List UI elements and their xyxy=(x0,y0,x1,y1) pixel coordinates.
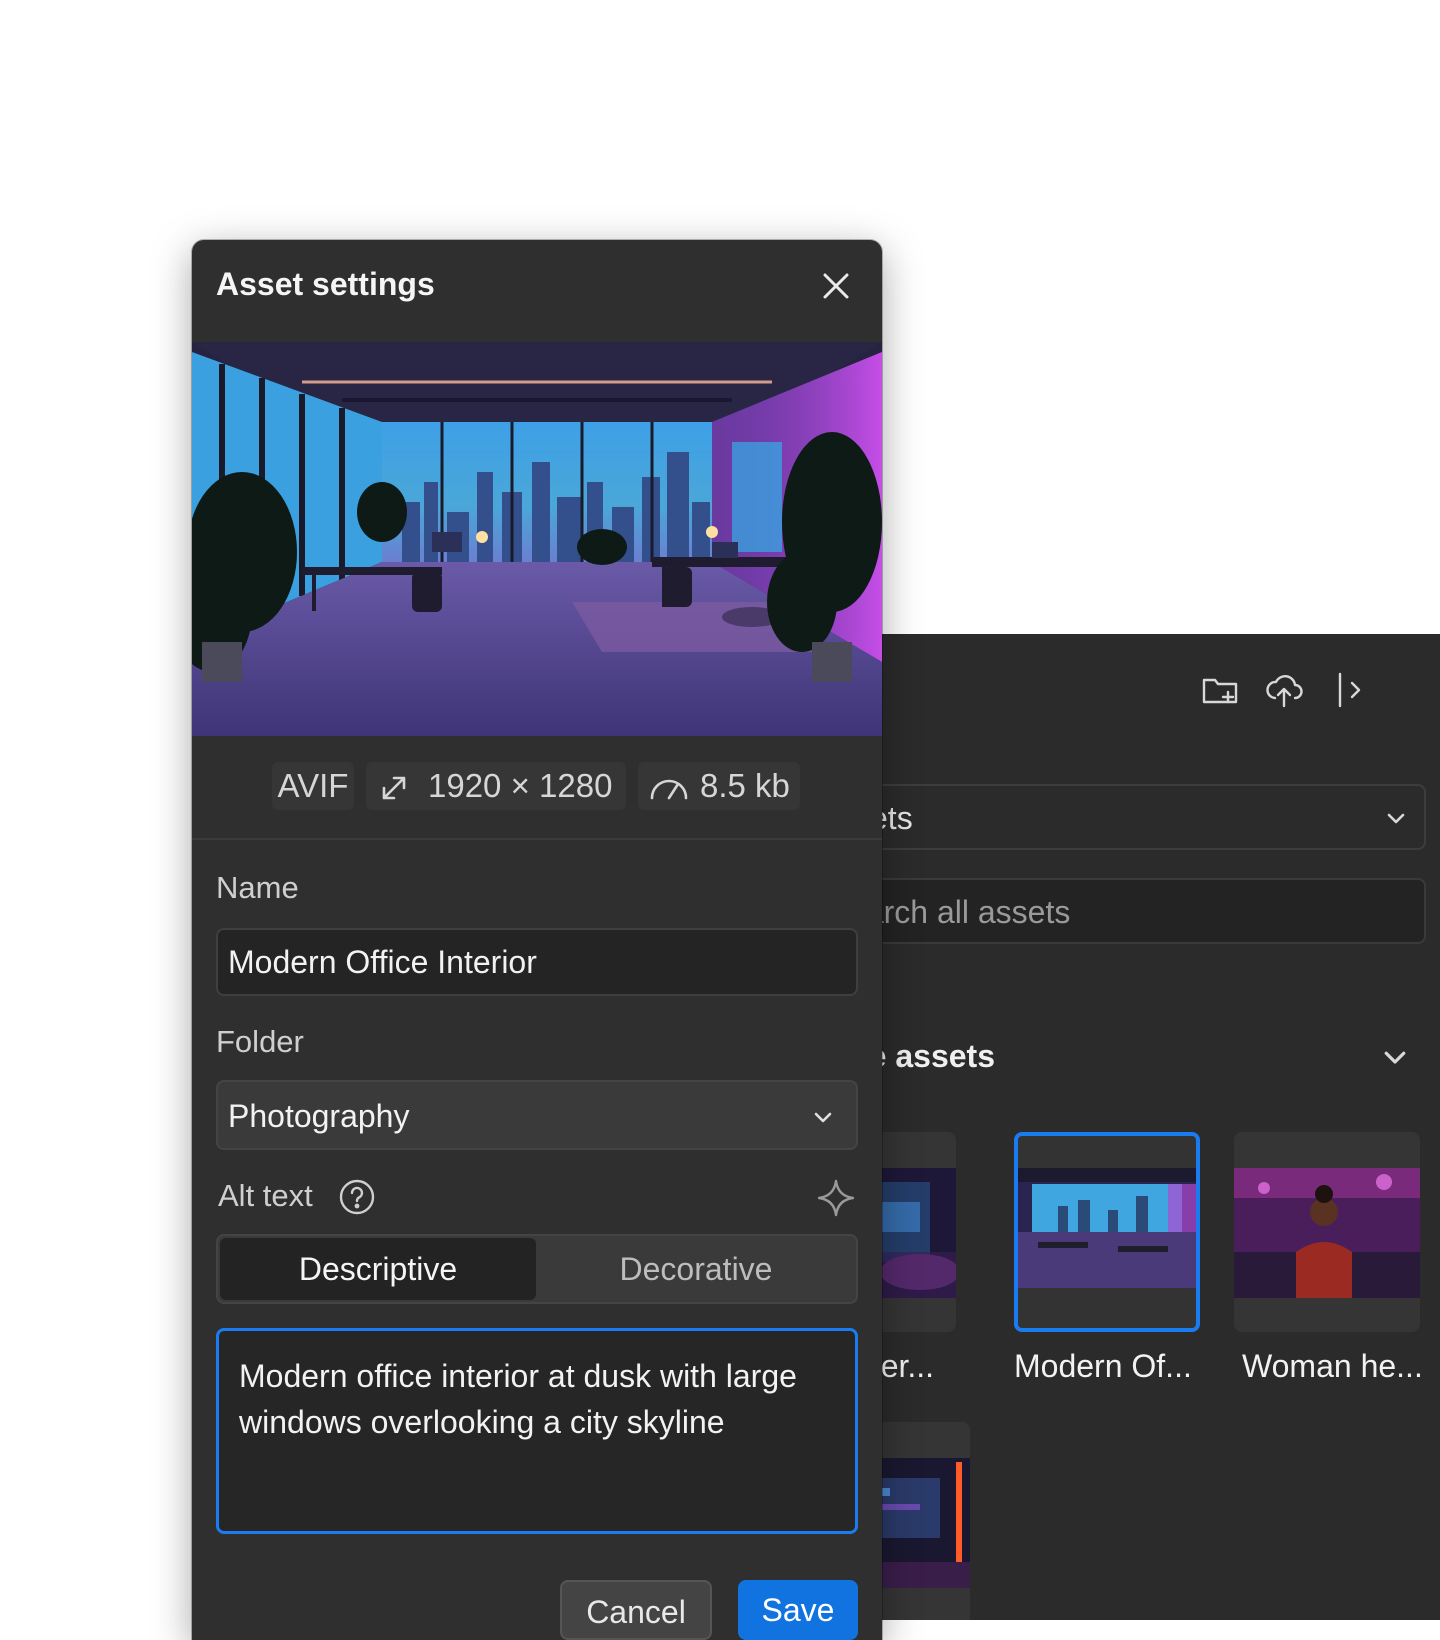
sparkle-icon[interactable] xyxy=(816,1178,856,1218)
assets-panel: ts sets earch all assets te assets uter.… xyxy=(860,634,1440,1620)
asset-settings-dialog: Asset settings AVIF 1920 × 1280 8.5 kb N… xyxy=(192,240,882,1640)
asset-thumbnail-label: Woman he... xyxy=(1242,1348,1423,1384)
name-label: Name xyxy=(216,870,299,905)
alt-text-textarea[interactable]: Modern office interior at dusk with larg… xyxy=(216,1328,858,1534)
resize-arrows-icon xyxy=(382,776,406,800)
new-folder-icon[interactable] xyxy=(1200,670,1240,710)
woman-thumbnail-image xyxy=(1234,1168,1420,1298)
name-input[interactable] xyxy=(216,928,858,996)
asset-preview-image xyxy=(192,342,882,736)
filesize-badge: 8.5 kb xyxy=(638,762,800,810)
asset-thumbnail-label: Modern Of... xyxy=(1014,1348,1192,1384)
folder-label: Folder xyxy=(216,1024,304,1059)
collapse-panel-icon[interactable] xyxy=(1332,670,1372,710)
save-button[interactable]: Save xyxy=(738,1580,858,1640)
gauge-icon xyxy=(650,779,688,800)
search-all-assets-input[interactable]: earch all assets xyxy=(860,878,1426,944)
format-badge: AVIF xyxy=(272,762,354,810)
asset-thumbnail[interactable] xyxy=(1234,1132,1420,1332)
dialog-title: Asset settings xyxy=(216,266,435,302)
alt-text-label: Alt text xyxy=(218,1178,313,1213)
asset-meta-row: AVIF 1920 × 1280 8.5 kb xyxy=(192,736,882,840)
decorative-option[interactable]: Decorative xyxy=(538,1238,854,1300)
chevron-down-icon[interactable] xyxy=(1380,1042,1410,1072)
folder-select-value: Photography xyxy=(228,1098,410,1134)
asset-thumbnail-selected[interactable] xyxy=(1014,1132,1200,1332)
office-thumbnail-image xyxy=(1018,1168,1196,1288)
dialog-header: Asset settings xyxy=(192,240,882,342)
chevron-down-icon xyxy=(814,1112,832,1123)
dimensions-badge: 1920 × 1280 xyxy=(366,762,626,810)
close-icon[interactable] xyxy=(816,266,856,306)
help-icon[interactable] xyxy=(338,1178,376,1216)
descriptive-option[interactable]: Descriptive xyxy=(220,1238,536,1300)
upload-cloud-icon[interactable] xyxy=(1264,670,1304,710)
folder-select[interactable]: Photography xyxy=(216,1080,858,1150)
cancel-button[interactable]: Cancel xyxy=(560,1580,712,1640)
alt-text-mode-toggle: Descriptive Decorative xyxy=(216,1234,858,1304)
asset-scope-select[interactable]: sets xyxy=(860,784,1426,850)
chevron-down-icon xyxy=(1387,813,1405,824)
